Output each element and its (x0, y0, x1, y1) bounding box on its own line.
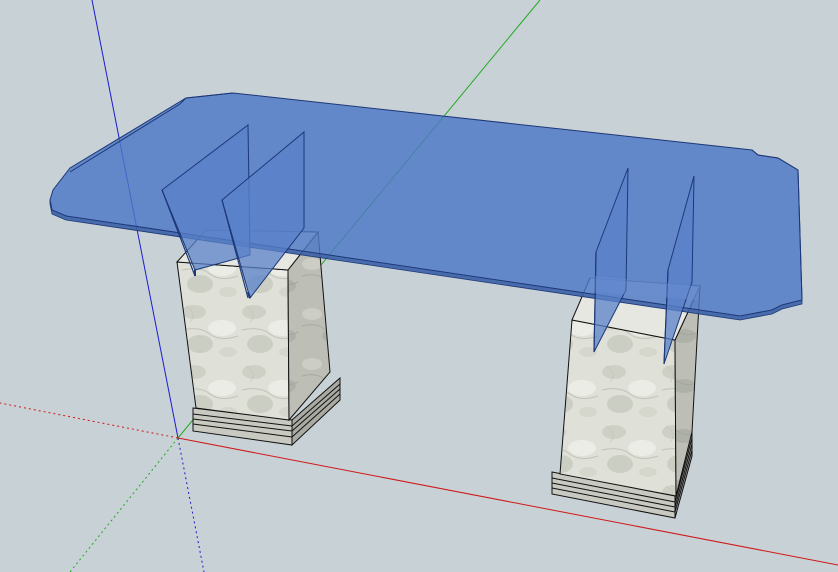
blue-axis-dotted (177, 437, 205, 572)
modeling-viewport[interactable] (0, 0, 838, 572)
red-axis-dotted (0, 402, 179, 439)
green-axis-dotted (69, 437, 179, 572)
left-column-front (176, 261, 290, 421)
right-column-front (559, 319, 677, 497)
red-axis (177, 437, 838, 566)
3d-scene[interactable] (0, 0, 838, 572)
